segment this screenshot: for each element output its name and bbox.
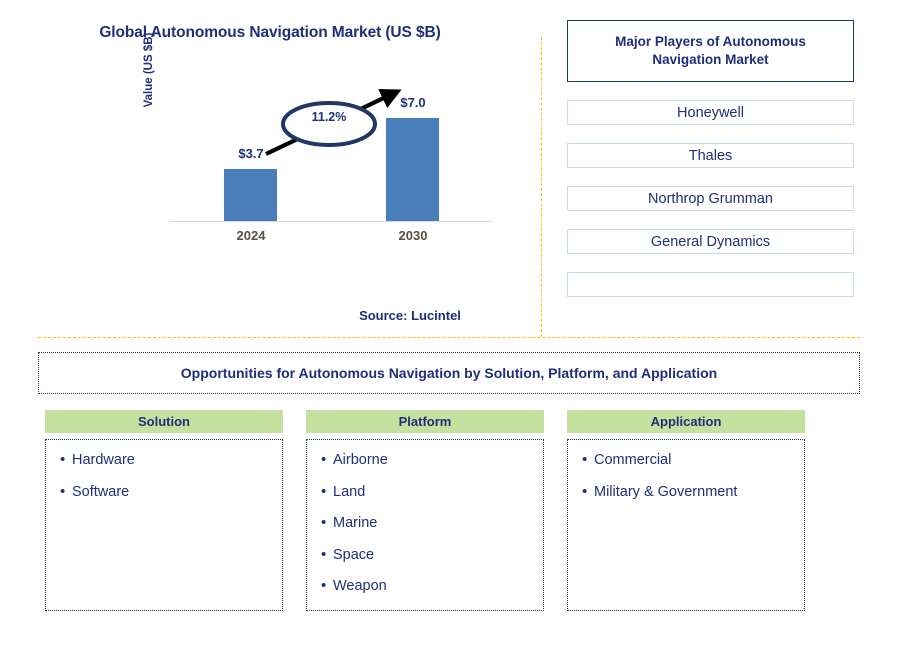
player-item-4[interactable]: General Dynamics [567,229,854,254]
cagr-annotation-graphic [265,89,402,156]
bullet-icon: • [582,451,588,468]
list-item: • Weapon [321,578,543,594]
major-players-header: Major Players of Autonomous Navigation M… [567,20,854,82]
bullet-icon: • [60,482,66,500]
list-item-label: Land [333,483,366,500]
list-item-label: Marine [333,515,378,531]
category-label-2024: 2024 [236,228,266,243]
list-item: • Hardware [60,452,282,468]
bullet-icon: • [582,482,588,500]
player-item-2[interactable]: Thales [567,143,854,168]
cagr-value-label: 11.2% [311,110,347,124]
player-name: Honeywell [677,104,744,121]
list-item: • Military & Government [582,484,804,500]
list-item-label: Software [72,483,130,500]
horizontal-divider [38,337,860,338]
major-players-panel: Major Players of Autonomous Navigation M… [567,20,854,297]
list-item: • Commercial [582,452,804,468]
list-item-label: Military & Government [594,483,738,500]
column-header-solution: Solution [45,410,283,433]
list-item: • Space [321,547,543,563]
market-chart-panel: Global Autonomous Navigation Market (US … [0,0,540,337]
bullet-icon: • [321,514,327,531]
vertical-divider [541,37,542,337]
column-solution: Solution • Hardware • Software [45,410,283,611]
list-item-label: Commercial [594,452,672,468]
column-body-solution: • Hardware • Software [45,439,283,611]
list-item-label: Hardware [72,452,135,468]
player-name: General Dynamics [650,233,771,250]
opportunities-columns: Solution • Hardware • Software Platform • A… [45,410,855,611]
column-application: Application • Commercial • Military & Gove… [567,410,805,611]
list-item: • Land [321,484,543,500]
bullet-icon: • [321,577,327,594]
bullet-icon: • [321,545,327,563]
list-item: • Marine [321,515,543,531]
player-item-1[interactable]: Honeywell [567,100,854,125]
column-header-platform: Platform [306,410,544,433]
infographic-canvas: Global Autonomous Navigation Market (US … [0,0,897,667]
player-item-5[interactable] [567,272,854,297]
chart-baseline-axis [170,221,492,222]
bar-2024 [224,169,277,221]
player-name: Northrop Grumman [648,190,773,207]
category-label-2030: 2030 [398,228,428,243]
column-platform: Platform • Airborne • Land • Marine • Space … [306,410,544,611]
opportunities-banner: Opportunities for Autonomous Navigation … [38,352,860,394]
chart-title: Global Autonomous Navigation Market (US … [99,24,441,41]
bullet-icon: • [321,482,327,500]
player-item-3[interactable]: Northrop Grumman [567,186,854,211]
list-item-label: Weapon [333,578,387,594]
column-header-application: Application [567,410,805,433]
player-name: Thales [688,147,733,164]
list-item: • Airborne [321,452,543,468]
column-body-platform: • Airborne • Land • Marine • Space • Weapon [306,439,544,611]
bullet-icon: • [321,451,327,468]
y-axis-label: Value (US $B) [143,32,155,108]
bullet-icon: • [60,451,66,468]
source-label: Source: Lucintel [359,308,461,323]
column-body-application: • Commercial • Military & Government [567,439,805,611]
list-item-label: Space [333,546,375,563]
list-item: • Software [60,484,282,500]
list-item-label: Airborne [333,452,388,468]
